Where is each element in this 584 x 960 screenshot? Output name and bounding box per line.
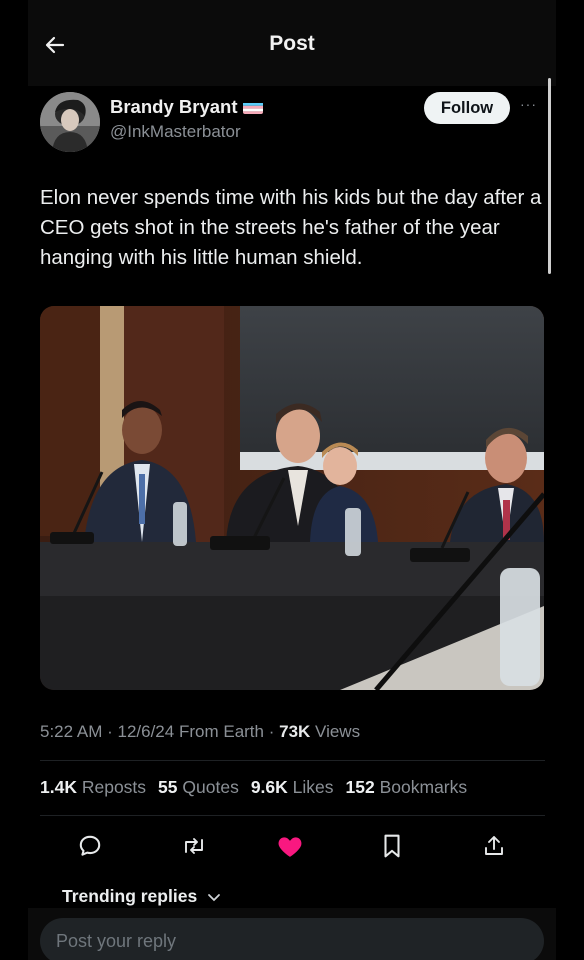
more-options-icon[interactable]: ···: [520, 96, 537, 112]
like-heart-fill: [278, 837, 302, 857]
photo-illustration: [40, 306, 544, 690]
views-count: 73K: [279, 722, 311, 741]
post-time: 5:22 AM: [40, 722, 103, 741]
share-button[interactable]: [478, 830, 510, 862]
like-button[interactable]: [274, 830, 306, 862]
follow-button[interactable]: Follow: [424, 92, 510, 124]
bookmark-button[interactable]: [376, 830, 408, 862]
repost-button[interactable]: [178, 830, 210, 862]
author-handle[interactable]: @InkMasterbator: [110, 122, 241, 142]
bookmarks-count: 152: [345, 777, 375, 797]
quotes-stat[interactable]: 55 Quotes: [158, 777, 239, 798]
post-date: 12/6/24: [117, 722, 175, 741]
avatar[interactable]: [40, 92, 100, 152]
tweet-photo[interactable]: [40, 306, 544, 690]
likes-label: Likes: [292, 777, 334, 797]
post-source: From Earth: [178, 722, 264, 741]
action-bar: [40, 826, 545, 866]
tweet-text: Elon never spends time with his kids but…: [40, 186, 542, 269]
reply-input[interactable]: [40, 918, 544, 960]
bookmark-icon: [384, 834, 400, 858]
trending-replies-label: Trending replies: [62, 886, 198, 906]
bookmarks-stat[interactable]: 152 Bookmarks: [346, 777, 468, 798]
meta-separator: ·: [268, 722, 280, 741]
engagement-stats: 1.4K Reposts 55 Quotes 9.6K Likes 152 Bo…: [40, 777, 467, 798]
heart-icon: [278, 837, 302, 857]
divider: [40, 760, 545, 761]
page-title: Post: [269, 32, 315, 55]
reposts-stat[interactable]: 1.4K Reposts: [40, 777, 146, 798]
bookmarks-label: Bookmarks: [379, 777, 468, 797]
trans-flag-icon: [243, 100, 264, 114]
repost-icon: [185, 838, 203, 854]
likes-count: 9.6K: [250, 777, 288, 797]
chevron-down-icon: [208, 893, 221, 901]
trending-replies-sort[interactable]: Trending replies: [62, 886, 221, 907]
author-name-text: Brandy Bryant: [110, 96, 238, 117]
likes-stat[interactable]: 9.6K Likes: [251, 777, 334, 798]
views-label: Views: [315, 722, 361, 741]
share-icon: [485, 836, 503, 855]
post-meta: 5:22 AM · 12/6/24 From Earth · 73K Views: [40, 722, 360, 742]
reposts-label: Reposts: [81, 777, 147, 797]
avatar-image: [40, 92, 100, 152]
meta-separator: ·: [107, 722, 118, 741]
scrollbar[interactable]: [548, 78, 551, 274]
reposts-count: 1.4K: [40, 777, 77, 797]
reply-icon: [79, 835, 101, 856]
author-name[interactable]: Brandy Bryant: [110, 96, 264, 118]
quotes-count: 55: [158, 777, 178, 797]
reply-button[interactable]: [74, 830, 106, 862]
quotes-label: Quotes: [182, 777, 239, 797]
divider: [40, 815, 545, 816]
